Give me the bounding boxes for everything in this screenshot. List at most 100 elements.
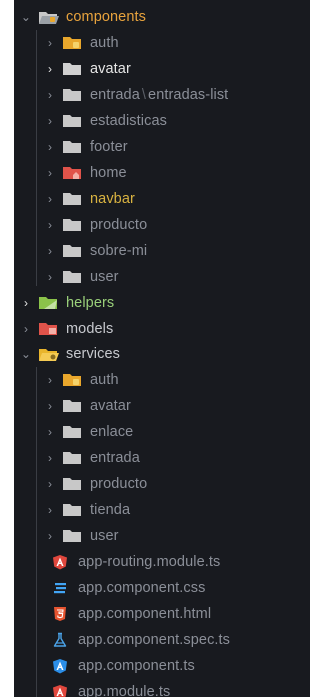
folder-navbar[interactable]: › navbar [14, 186, 310, 212]
folder-sobre-mi[interactable]: › sobre-mi [14, 238, 310, 264]
folder-user[interactable]: › user [14, 264, 310, 290]
folder-user[interactable]: › user [14, 523, 310, 549]
folder-label: enlace [90, 423, 134, 440]
folder-label: components [66, 8, 146, 25]
chevron-right-icon: › [47, 165, 53, 180]
folder-label: user [90, 527, 119, 544]
file-label: app.component.css [78, 579, 206, 596]
folder-label-part: entrada [90, 86, 140, 103]
chevron-down-icon: ⌄ [20, 346, 32, 361]
services-folder-open-icon [38, 347, 59, 361]
folder-label: producto [90, 475, 148, 492]
folder-icon [62, 114, 82, 128]
folder-label: user [90, 268, 119, 285]
chevron-right-icon: › [47, 61, 53, 76]
folder-helpers-icon [38, 296, 58, 310]
folder-icon [62, 399, 82, 413]
folder-icon [62, 529, 82, 543]
folder-label-part: entradas-list [148, 86, 229, 103]
file-app-component-html[interactable]: app.component.html [14, 601, 310, 627]
chevron-right-icon: › [47, 35, 53, 50]
folder-icon [62, 477, 82, 491]
folder-icon [62, 425, 82, 439]
chevron-down-icon: ⌄ [20, 9, 32, 24]
components-folder-open-icon [38, 10, 59, 24]
chevron-right-icon: › [47, 191, 53, 206]
page-background: ⌄ components › auth › avatar › entrada \… [0, 0, 324, 697]
angular-icon [52, 554, 68, 570]
folder-icon [62, 244, 82, 258]
file-label: app.module.ts [78, 683, 171, 697]
folder-label: auth [90, 371, 119, 388]
folder-label: entrada \ entradas-list [90, 87, 228, 103]
folder-avatar[interactable]: › avatar [14, 56, 310, 82]
chevron-right-icon: › [47, 528, 53, 543]
angular-icon [52, 684, 68, 697]
folder-components[interactable]: ⌄ components [14, 4, 310, 30]
path-separator: \ [141, 86, 147, 103]
file-label: app.component.html [78, 605, 212, 622]
folder-helpers[interactable]: › helpers [14, 290, 310, 316]
folder-producto[interactable]: › producto [14, 471, 310, 497]
css-icon [52, 580, 68, 596]
folder-models[interactable]: › models [14, 316, 310, 342]
chevron-right-icon: › [47, 424, 53, 439]
folder-label: footer [90, 138, 128, 155]
folder-label: services [66, 345, 120, 362]
folder-icon [62, 218, 82, 232]
file-app-routing-module[interactable]: app-routing.module.ts [14, 549, 310, 575]
file-app-component-css[interactable]: app.component.css [14, 575, 310, 601]
chevron-right-icon: › [47, 398, 53, 413]
file-label: app-routing.module.ts [78, 553, 221, 570]
file-app-component-ts[interactable]: app.component.ts [14, 653, 310, 679]
folder-label: home [90, 164, 127, 181]
folder-models-icon [38, 322, 58, 336]
folder-icon [62, 503, 82, 517]
folder-services[interactable]: ⌄ services [14, 341, 310, 367]
file-app-component-spec[interactable]: app.component.spec.ts [14, 627, 310, 653]
folder-tienda[interactable]: › tienda [14, 497, 310, 523]
chevron-right-icon: › [47, 502, 53, 517]
folder-auth-icon [62, 373, 82, 387]
folder-avatar[interactable]: › avatar [14, 393, 310, 419]
folder-label: helpers [66, 294, 115, 311]
folder-icon [62, 62, 82, 76]
html-icon [52, 606, 68, 622]
folder-enlace[interactable]: › enlace [14, 419, 310, 445]
chevron-right-icon: › [47, 243, 53, 258]
folder-label: estadisticas [90, 112, 167, 129]
folder-label: sobre-mi [90, 242, 148, 259]
folder-icon [62, 451, 82, 465]
folder-producto[interactable]: › producto [14, 212, 310, 238]
folder-label: producto [90, 216, 148, 233]
folder-label: tienda [90, 501, 131, 518]
file-app-module[interactable]: app.module.ts [14, 679, 310, 697]
chevron-right-icon: › [47, 372, 53, 387]
folder-home[interactable]: › home [14, 160, 310, 186]
chevron-right-icon: › [47, 269, 53, 284]
chevron-right-icon: › [47, 217, 53, 232]
folder-auth-icon [62, 36, 82, 50]
folder-auth[interactable]: › auth [14, 367, 310, 393]
folder-icon [62, 140, 82, 154]
chevron-right-icon: › [47, 113, 53, 128]
folder-label: models [66, 320, 114, 337]
folder-auth[interactable]: › auth [14, 30, 310, 56]
chevron-right-icon: › [47, 139, 53, 154]
file-explorer-tree: ⌄ components › auth › avatar › entrada \… [14, 0, 310, 697]
chevron-right-icon: › [47, 450, 53, 465]
folder-home-icon [62, 166, 82, 180]
folder-estadisticas[interactable]: › estadisticas [14, 108, 310, 134]
test-flask-icon [52, 632, 68, 648]
chevron-right-icon: › [23, 295, 29, 310]
folder-icon [62, 88, 82, 102]
folder-label: entrada [90, 449, 140, 466]
folder-label: auth [90, 34, 119, 51]
chevron-right-icon: › [23, 321, 29, 336]
folder-footer[interactable]: › footer [14, 134, 310, 160]
file-label: app.component.ts [78, 657, 195, 674]
folder-label: avatar [90, 60, 131, 77]
folder-entrada[interactable]: › entrada [14, 445, 310, 471]
chevron-right-icon: › [47, 476, 53, 491]
folder-entrada-entradas-list[interactable]: › entrada \ entradas-list [14, 82, 310, 108]
